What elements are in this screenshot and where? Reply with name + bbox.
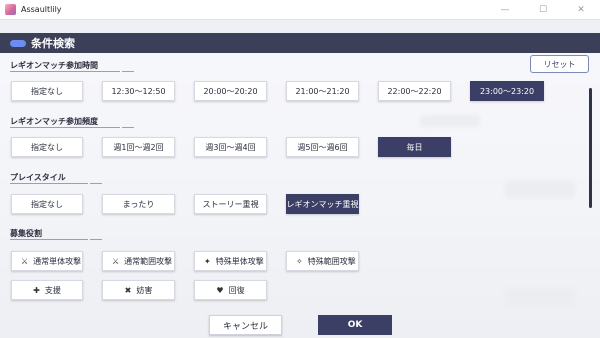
scrollbar-thumb[interactable] [589,88,592,208]
window-titlebar: Assaultlily — ☐ ✕ [0,0,600,20]
role-label: 特殊範囲攻撃 [307,256,356,266]
section-title-roles: 募集役割 [10,229,42,238]
time-option-none[interactable]: 指定なし [11,81,83,101]
modal-header: 条件検索 [0,33,600,53]
window-controls: — ☐ ✕ [486,0,600,20]
style-option-legion-match[interactable]: レギオンマッチ重視 [286,194,359,214]
time-option-1230[interactable]: 12:30〜12:50 [102,81,175,101]
single-attack-icon: ⚔ [21,256,29,266]
reset-button[interactable]: リセット [530,55,589,73]
cancel-button[interactable]: キャンセル [209,315,282,335]
role-option-interference[interactable]: ✖ 妨害 [102,280,175,300]
time-option-2300[interactable]: 23:00〜23:20 [470,81,544,101]
frequency-option-1-2[interactable]: 週1回〜週2回 [102,137,175,157]
frequency-option-3-4[interactable]: 週3回〜週4回 [194,137,267,157]
app-icon [5,4,16,15]
time-option-2100[interactable]: 21:00〜21:20 [286,81,359,101]
role-option-special-area-attack[interactable]: ✧ 特殊範囲攻撃 [286,251,359,271]
minimize-button[interactable]: — [486,0,524,20]
style-option-story[interactable]: ストーリー重視 [194,194,267,214]
role-label: 妨害 [136,285,153,295]
special-area-attack-icon: ✧ [296,256,303,266]
time-option-2000[interactable]: 20:00〜20:20 [194,81,267,101]
heal-icon: ♥ [216,285,224,295]
interference-icon: ✖ [124,285,132,295]
support-icon: ✚ [33,285,40,295]
style-option-relaxed[interactable]: まったり [102,194,175,214]
section-underline [10,127,134,128]
area-attack-icon: ⚔ [112,256,120,266]
special-single-attack-icon: ✦ [204,256,211,266]
role-option-support[interactable]: ✚ 支援 [11,280,83,300]
pill-icon [10,39,26,47]
section-title-time: レギオンマッチ参加時間 [10,61,98,70]
role-label: 特殊単体攻撃 [215,256,264,266]
role-label: 通常範囲攻撃 [124,256,173,266]
frequency-option-daily[interactable]: 毎日 [378,137,451,157]
frequency-option-none[interactable]: 指定なし [11,137,83,157]
role-option-single-attack[interactable]: ⚔ 通常単体攻撃 [11,251,83,271]
role-option-special-single-attack[interactable]: ✦ 特殊単体攻撃 [194,251,267,271]
role-label: 通常単体攻撃 [33,256,82,266]
section-title-style: プレイスタイル [10,173,66,182]
ok-button[interactable]: OK [318,315,392,335]
style-option-none[interactable]: 指定なし [11,194,83,214]
section-underline [10,183,102,184]
frequency-option-5-6[interactable]: 週5回〜週6回 [286,137,359,157]
maximize-button[interactable]: ☐ [524,0,562,20]
role-label: 支援 [44,285,61,295]
section-underline [10,239,102,240]
section-title-frequency: レギオンマッチ参加頻度 [10,117,98,126]
time-option-2200[interactable]: 22:00〜22:20 [378,81,451,101]
close-button[interactable]: ✕ [562,0,600,20]
role-label: 回復 [228,285,245,295]
modal-title: 条件検索 [31,37,75,50]
role-option-area-attack[interactable]: ⚔ 通常範囲攻撃 [102,251,175,271]
role-option-heal[interactable]: ♥ 回復 [194,280,267,300]
window-title: Assaultlily [21,5,62,14]
section-underline [10,71,134,72]
